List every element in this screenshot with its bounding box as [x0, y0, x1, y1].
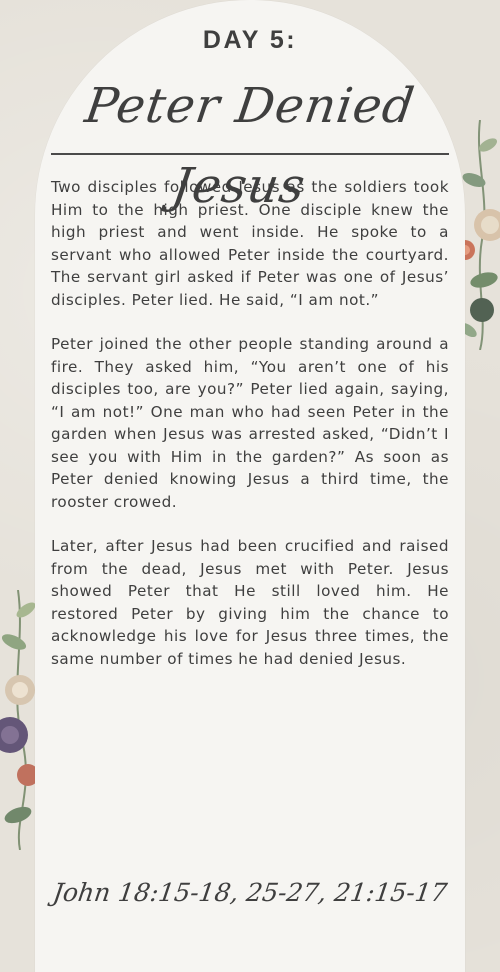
page-title: Peter Denied Jesus — [81, 78, 419, 214]
day-label: DAY 5: — [202, 26, 298, 54]
story-paragraph-3: Later, after Jesus had been crucified an… — [51, 537, 449, 668]
scripture-reference: John 18:15-18, 25-27, 21:15-17 — [51, 878, 449, 907]
content-card: DAY 5: Peter Denied Jesus Two disciples … — [35, 0, 465, 972]
story-paragraph-1: Two disciples followed Jesus as the sold… — [51, 178, 449, 309]
story-text: Two disciples followed Jesus as the sold… — [51, 176, 449, 692]
story-paragraph-2: Peter joined the other people standing a… — [51, 335, 449, 511]
title-divider — [51, 153, 449, 155]
